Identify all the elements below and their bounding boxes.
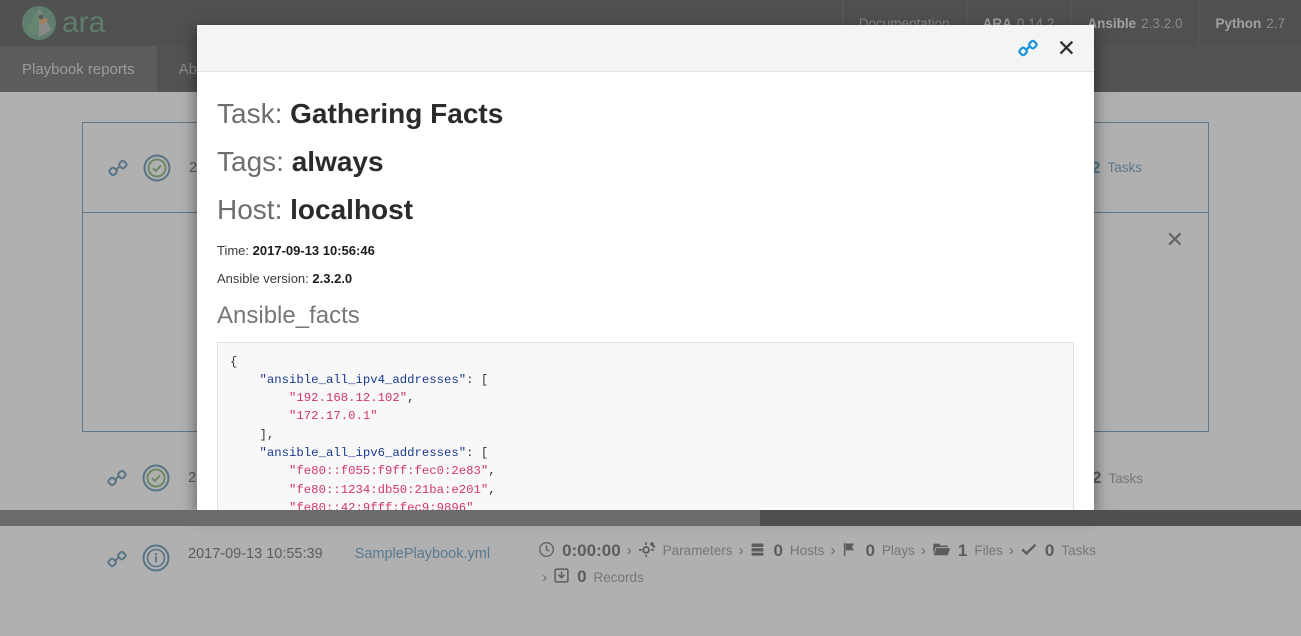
link-icon[interactable] — [1017, 37, 1039, 59]
close-icon[interactable]: ✕ — [1057, 37, 1076, 60]
tags-heading: Tags: always — [217, 146, 1074, 178]
modal-header: ✕ — [197, 25, 1094, 72]
scrollbar-thumb[interactable] — [0, 510, 760, 526]
json-key-ipv6: "ansible_all_ipv6_addresses" — [260, 446, 467, 460]
time-label: Time: — [217, 243, 249, 258]
host-value: localhost — [290, 194, 413, 225]
json-ipv4-0: "192.168.12.102" — [289, 391, 407, 405]
json-ipv6-0: "fe80::f055:f9ff:fec0:2e83" — [289, 464, 488, 478]
task-heading: Task: Gathering Facts — [217, 98, 1074, 130]
ansible-facts-code-block[interactable]: { "ansible_all_ipv4_addresses": [ "192.1… — [217, 342, 1074, 511]
ansible-facts-json: { "ansible_all_ipv4_addresses": [ "192.1… — [218, 343, 1073, 511]
task-label: Task: — [217, 98, 282, 129]
json-ipv6-1: "fe80::1234:db50:21ba:e201" — [289, 483, 488, 497]
host-heading: Host: localhost — [217, 194, 1074, 226]
host-label: Host: — [217, 194, 282, 225]
ansible-version-label: Ansible version: — [217, 271, 309, 286]
ansible-facts-heading: Ansible_facts — [217, 302, 1074, 330]
time-meta: Time: 2017-09-13 10:56:46 — [217, 243, 1074, 258]
task-value: Gathering Facts — [290, 98, 503, 129]
ansible-version-value: 2.3.2.0 — [312, 271, 352, 286]
json-ipv4-1: "172.17.0.1" — [289, 409, 378, 423]
time-value: 2017-09-13 10:56:46 — [253, 243, 375, 258]
ansible-version-meta: Ansible version: 2.3.2.0 — [217, 271, 1074, 286]
tags-value: always — [292, 146, 384, 177]
modal-body: Task: Gathering Facts Tags: always Host:… — [197, 72, 1094, 511]
json-open-brace: { — [230, 355, 237, 369]
json-key-ipv4: "ansible_all_ipv4_addresses" — [260, 373, 467, 387]
task-detail-modal: ✕ Task: Gathering Facts Tags: always Hos… — [197, 25, 1094, 511]
app-root: ara Documentation ARA0.14.2 Ansible2.3.2… — [0, 0, 1301, 636]
json-close-1: ], — [260, 428, 275, 442]
window-horizontal-scrollbar[interactable] — [0, 510, 1301, 526]
tags-label: Tags: — [217, 146, 284, 177]
